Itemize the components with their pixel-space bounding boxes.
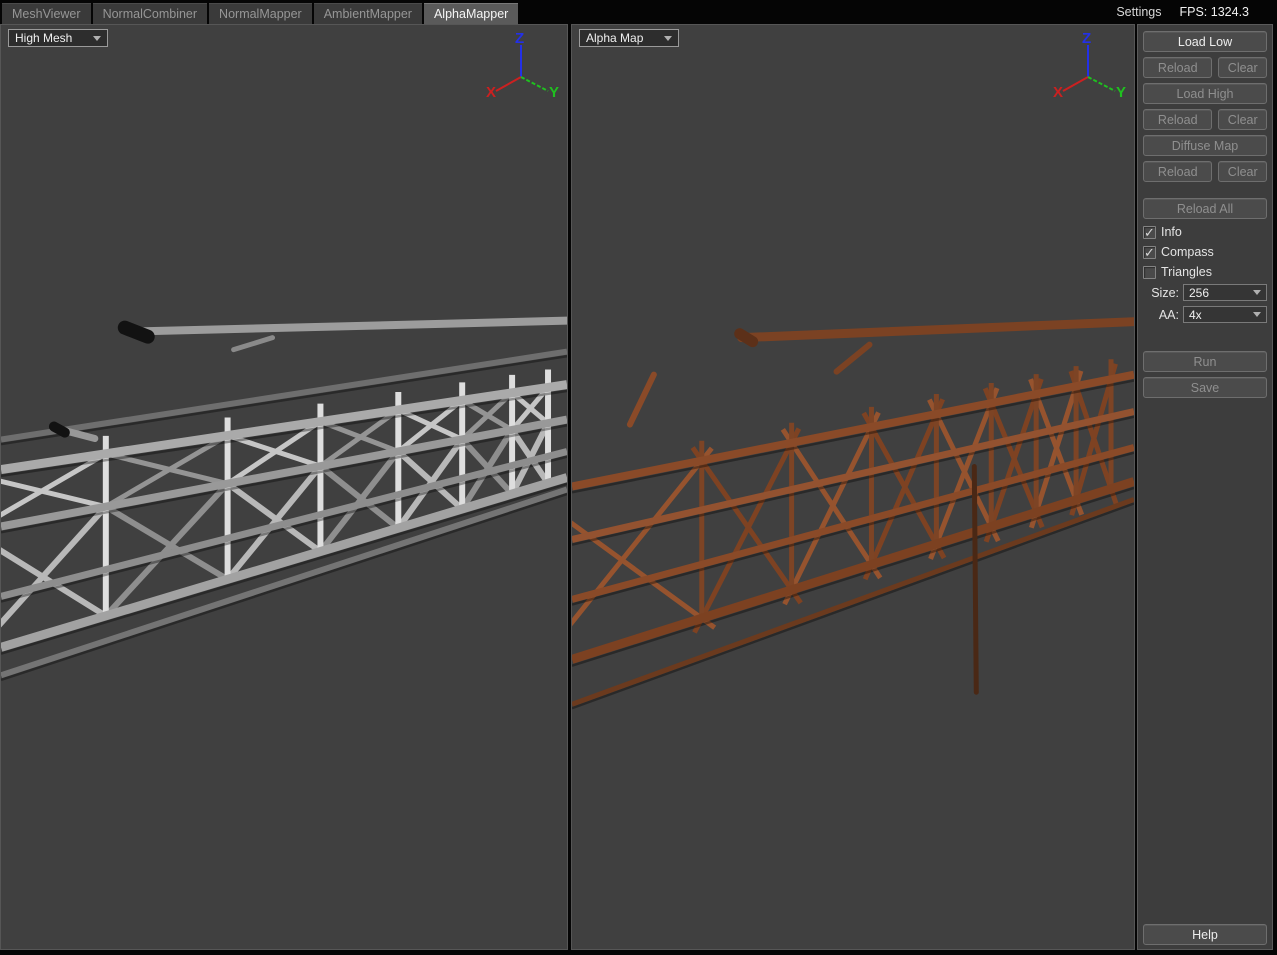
tab-ambientmapper[interactable]: AmbientMapper [314,3,422,24]
axis-z-label: Z [1082,30,1091,47]
size-select-row: Size: 256 [1143,284,1267,301]
tab-meshviewer[interactable]: MeshViewer [2,3,91,24]
viewport-alpha-map[interactable]: Alpha Map Z X Y [571,24,1135,950]
reload-low-button[interactable]: Reload [1143,57,1212,78]
axis-compass-icon: Z X Y [481,29,561,101]
clear-diffuse-button[interactable]: Clear [1218,161,1267,182]
axis-y-label: Y [549,84,559,101]
fps-counter: FPS: 1324.3 [1180,5,1250,19]
compass-checkbox[interactable]: ✓ [1143,246,1156,259]
left-view-mode-value: High Mesh [15,30,72,46]
chevron-down-icon [93,36,101,41]
tab-normalmapper[interactable]: NormalMapper [209,3,312,24]
chevron-down-icon [1253,312,1261,317]
checkbox-row-triangles[interactable]: Triangles [1143,265,1267,279]
axis-compass-icon: Z X Y [1048,29,1128,101]
tab-bar: MeshViewer NormalCombiner NormalMapper A… [0,0,1277,24]
clear-high-button[interactable]: Clear [1218,109,1267,130]
help-button[interactable]: Help [1143,924,1267,945]
axis-y-label: Y [1116,84,1126,101]
diffuse-map-button[interactable]: Diffuse Map [1143,135,1267,156]
reload-diffuse-button[interactable]: Reload [1143,161,1212,182]
load-high-button[interactable]: Load High [1143,83,1267,104]
triangles-checkbox-label: Triangles [1161,265,1212,279]
chevron-down-icon [664,36,672,41]
load-low-button[interactable]: Load Low [1143,31,1267,52]
info-checkbox-label: Info [1161,225,1182,239]
chevron-down-icon [1253,290,1261,295]
aa-select[interactable]: 4x [1183,306,1267,323]
clear-low-button[interactable]: Clear [1218,57,1267,78]
tab-alphamapper[interactable]: AlphaMapper [424,3,518,24]
topbar-right: Settings FPS: 1324.3 [1116,0,1249,24]
tab-normalcombiner[interactable]: NormalCombiner [93,3,207,24]
run-button[interactable]: Run [1143,351,1267,372]
alphamapper-app-window: MeshViewer NormalCombiner NormalMapper A… [0,0,1277,955]
checkbox-row-info[interactable]: ✓ Info [1143,225,1267,239]
aa-label: AA: [1143,308,1179,322]
axis-x-label: X [486,84,496,101]
info-checkbox[interactable]: ✓ [1143,226,1156,239]
save-button[interactable]: Save [1143,377,1267,398]
control-sidebar: Load Low Reload Clear Load High Reload C… [1137,24,1273,950]
size-select[interactable]: 256 [1183,284,1267,301]
size-select-value: 256 [1189,286,1209,300]
settings-menu[interactable]: Settings [1116,5,1161,19]
axis-x-label: X [1053,84,1063,101]
reload-all-button[interactable]: Reload All [1143,198,1267,219]
main-area: High Mesh Z X Y Alpha Map [0,24,1277,955]
aa-select-row: AA: 4x [1143,306,1267,323]
size-label: Size: [1143,286,1179,300]
triangles-checkbox[interactable] [1143,266,1156,279]
axis-z-label: Z [515,30,524,47]
viewport-high-mesh[interactable]: High Mesh Z X Y [0,24,568,950]
right-view-mode-value: Alpha Map [586,30,643,46]
mesh-render-alpha [572,25,1134,949]
left-view-mode-select[interactable]: High Mesh [8,29,108,47]
reload-high-button[interactable]: Reload [1143,109,1212,130]
aa-select-value: 4x [1189,308,1202,322]
checkbox-row-compass[interactable]: ✓ Compass [1143,245,1267,259]
compass-checkbox-label: Compass [1161,245,1214,259]
mesh-render-high [1,25,567,949]
right-view-mode-select[interactable]: Alpha Map [579,29,679,47]
